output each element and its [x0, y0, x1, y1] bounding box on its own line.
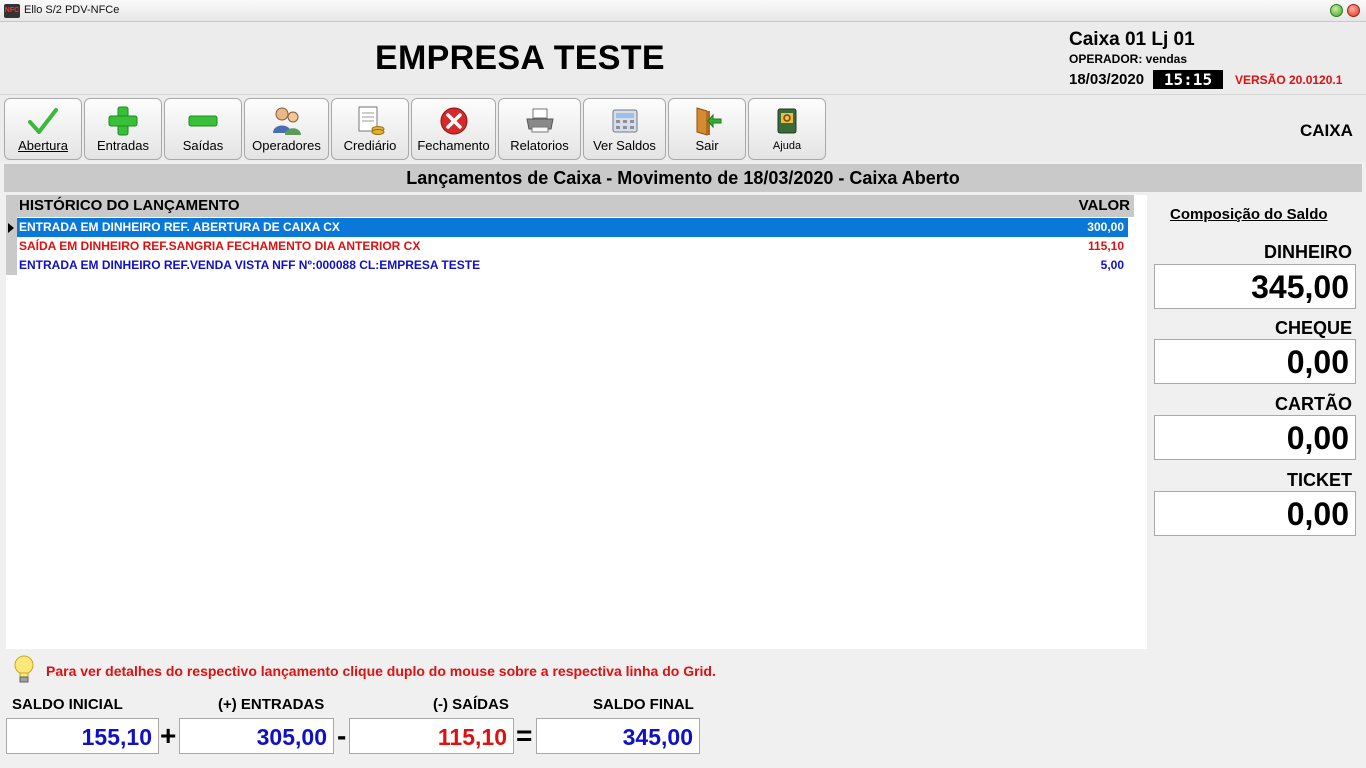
composicao-title: Composição do Saldo — [1170, 206, 1328, 223]
crediario-button[interactable]: Crediário — [331, 98, 409, 160]
abertura-label: Abertura — [5, 138, 81, 153]
header: EMPRESA TESTE Caixa 01 Lj 01 OPERADOR: v… — [0, 22, 1366, 94]
help-book-icon — [777, 108, 797, 134]
row-valor: 300,00 — [1087, 220, 1124, 234]
date-label: 18/03/2020 — [1069, 71, 1145, 88]
hint-text: Para ver detalhes do respectivo lançamen… — [46, 663, 716, 679]
version-label: VERSÃO 20.0120.1 — [1235, 73, 1343, 87]
saidas-label: Saídas — [182, 138, 224, 153]
minimize-button[interactable] — [1330, 4, 1343, 17]
fechamento-label: Fechamento — [417, 138, 490, 153]
grid-header: HISTÓRICO DO LANÇAMENTO VALOR — [6, 195, 1134, 217]
saldo-final-value: 345,00 — [536, 718, 700, 754]
abertura-button[interactable]: Abertura — [4, 98, 82, 160]
sair-button[interactable]: Sair — [668, 98, 746, 160]
calculator-icon — [612, 109, 637, 133]
clock: 15:15 — [1153, 70, 1223, 89]
operadores-label: Operadores — [252, 138, 321, 153]
table-row[interactable]: SAÍDA EM DINHEIRO REF.SANGRIA FECHAMENTO… — [17, 237, 1128, 256]
row-valor: 5,00 — [1100, 258, 1124, 272]
ver-saldos-label: Ver Saldos — [593, 138, 656, 153]
close-window-button[interactable] — [1347, 4, 1360, 17]
toolbar: Abertura Entradas Saídas Operadores Cred… — [0, 94, 1366, 162]
table-row[interactable]: ENTRADA EM DINHEIRO REF.VENDA VISTA NFF … — [17, 256, 1128, 275]
company-name: EMPRESA TESTE — [375, 39, 665, 77]
cartao-label: CARTÃO — [1275, 394, 1352, 414]
row-historico: SAÍDA EM DINHEIRO REF.SANGRIA FECHAMENTO… — [19, 239, 421, 253]
abertura-text: Abertura — [18, 138, 68, 153]
cheque-label: CHEQUE — [1274, 318, 1352, 338]
fechamento-button[interactable]: Fechamento — [411, 98, 496, 160]
sair-label: Sair — [695, 138, 719, 153]
ver-saldos-button[interactable]: Ver Saldos — [583, 98, 666, 160]
saldo-inicial-label: SALDO INICIAL — [12, 696, 123, 713]
printer-icon — [525, 108, 554, 133]
users-icon — [272, 107, 301, 135]
dinheiro-label: DINHEIRO — [1263, 242, 1352, 262]
operadores-button[interactable]: Operadores — [244, 98, 329, 160]
entradas-button[interactable]: Entradas — [84, 98, 162, 160]
app-icon: NFC — [4, 4, 20, 18]
row-historico: ENTRADA EM DINHEIRO REF. ABERTURA DE CAI… — [19, 220, 340, 234]
caixa-loja: Caixa 01 Lj 01 — [1069, 29, 1195, 50]
ajuda-button[interactable]: Ajuda — [748, 98, 826, 160]
col-historico[interactable]: HISTÓRICO DO LANÇAMENTO — [19, 197, 240, 214]
close-circle-icon — [440, 107, 467, 135]
row-valor: 115,10 — [1087, 239, 1124, 253]
title-bar: NFC Ello S/2 PDV-NFCe — [0, 0, 1366, 22]
col-valor[interactable]: VALOR — [1079, 197, 1130, 214]
entradas-total-label: (+) ENTRADAS — [218, 696, 325, 713]
relatorios-button[interactable]: Relatorios — [498, 98, 581, 160]
check-icon — [28, 108, 58, 134]
cartao-value: 0,00 — [1154, 415, 1356, 460]
entradas-label: Entradas — [96, 138, 150, 153]
table-row[interactable]: ENTRADA EM DINHEIRO REF. ABERTURA DE CAI… — [17, 218, 1128, 237]
equal-operator: = — [516, 720, 533, 751]
caixa-label: CAIXA — [1300, 121, 1353, 140]
ticket-value: 0,00 — [1154, 491, 1356, 536]
ajuda-label: Ajuda — [772, 140, 802, 152]
exit-door-icon — [696, 107, 722, 136]
dinheiro-value: 345,00 — [1154, 264, 1356, 309]
saldo-final-label: SALDO FINAL — [593, 696, 694, 713]
row-historico: ENTRADA EM DINHEIRO REF.VENDA VISTA NFF … — [19, 258, 481, 272]
section-title: Lançamentos de Caixa - Movimento de 18/0… — [4, 164, 1362, 192]
lancamentos-grid[interactable]: HISTÓRICO DO LANÇAMENTO VALOR ENTRADA EM… — [6, 195, 1147, 649]
minus-operator: - — [337, 720, 347, 751]
relatorios-label: Relatorios — [510, 138, 569, 153]
saidas-button[interactable]: Saídas — [164, 98, 242, 160]
minus-icon — [188, 115, 218, 127]
operador-label: OPERADOR: vendas — [1069, 52, 1188, 66]
saidas-total-label: (-) SAÍDAS — [433, 696, 509, 713]
saidas-total-value: 115,10 — [349, 718, 514, 754]
crediario-label: Crediário — [343, 138, 397, 153]
plus-icon — [108, 106, 138, 136]
cheque-value: 0,00 — [1154, 339, 1356, 384]
plus-operator: + — [160, 720, 177, 751]
document-coins-icon — [358, 106, 385, 135]
saldo-inicial-value: 155,10 — [6, 718, 159, 754]
lightbulb-icon — [14, 655, 34, 683]
window-title: Ello S/2 PDV-NFCe — [24, 4, 120, 16]
ticket-label: TICKET — [1287, 470, 1352, 490]
entradas-total-value: 305,00 — [179, 718, 334, 754]
row-pointer-icon — [8, 223, 14, 233]
